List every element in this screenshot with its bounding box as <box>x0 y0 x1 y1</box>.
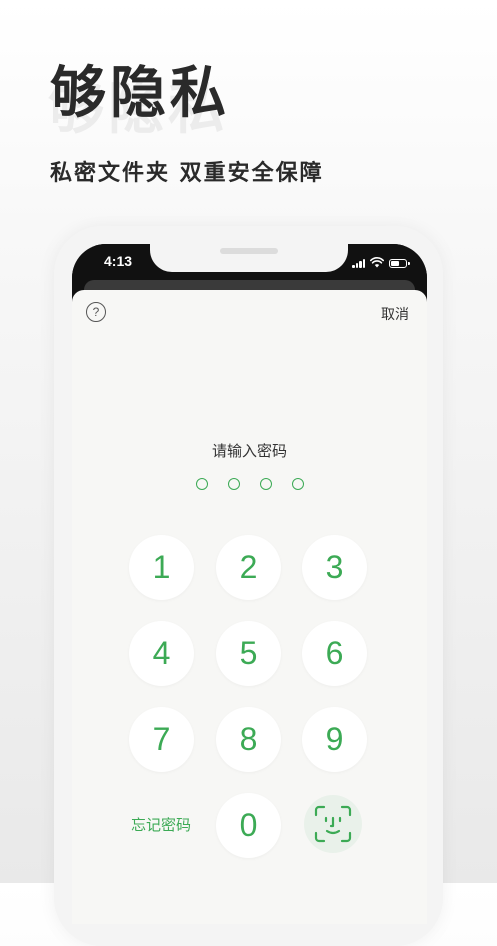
key-6[interactable]: 6 <box>302 621 367 686</box>
status-icons <box>352 256 410 268</box>
promo-headline: 够隐私 <box>50 61 230 126</box>
pin-dot <box>195 478 208 490</box>
face-id-button[interactable] <box>304 795 362 853</box>
pin-dot <box>291 478 304 490</box>
face-id-icon <box>314 805 352 843</box>
pin-dot <box>227 478 240 490</box>
phone-screen: 4:13 ? 取消 请输入密码 1 2 3 4 5 6 7 8 9 0 忘记密码 <box>72 244 427 924</box>
key-7[interactable]: 7 <box>129 707 194 772</box>
pin-dot <box>259 478 272 490</box>
signal-icon <box>352 258 365 268</box>
key-3[interactable]: 3 <box>302 535 367 600</box>
notch <box>150 244 348 272</box>
key-0[interactable]: 0 <box>216 793 281 858</box>
battery-icon <box>389 259 410 268</box>
promo-headline-wrap: 够隐私 够隐私 <box>48 60 448 140</box>
help-button[interactable]: ? <box>86 302 106 322</box>
promo-subhead: 私密文件夹 双重安全保障 <box>50 161 324 186</box>
status-time: 4:13 <box>104 253 133 269</box>
cancel-button[interactable]: 取消 <box>381 304 409 324</box>
speaker-grille <box>220 248 278 254</box>
wifi-icon <box>370 257 384 268</box>
key-1[interactable]: 1 <box>129 535 194 600</box>
key-4[interactable]: 4 <box>129 621 194 686</box>
password-modal: ? 取消 请输入密码 1 2 3 4 5 6 7 8 9 0 忘记密码 <box>72 290 427 924</box>
key-9[interactable]: 9 <box>302 707 367 772</box>
key-2[interactable]: 2 <box>216 535 281 600</box>
key-8[interactable]: 8 <box>216 707 281 772</box>
password-prompt: 请输入密码 <box>211 442 287 460</box>
key-5[interactable]: 5 <box>216 621 281 686</box>
pin-indicator <box>72 478 427 490</box>
forgot-password-link[interactable]: 忘记密码 <box>131 814 191 835</box>
